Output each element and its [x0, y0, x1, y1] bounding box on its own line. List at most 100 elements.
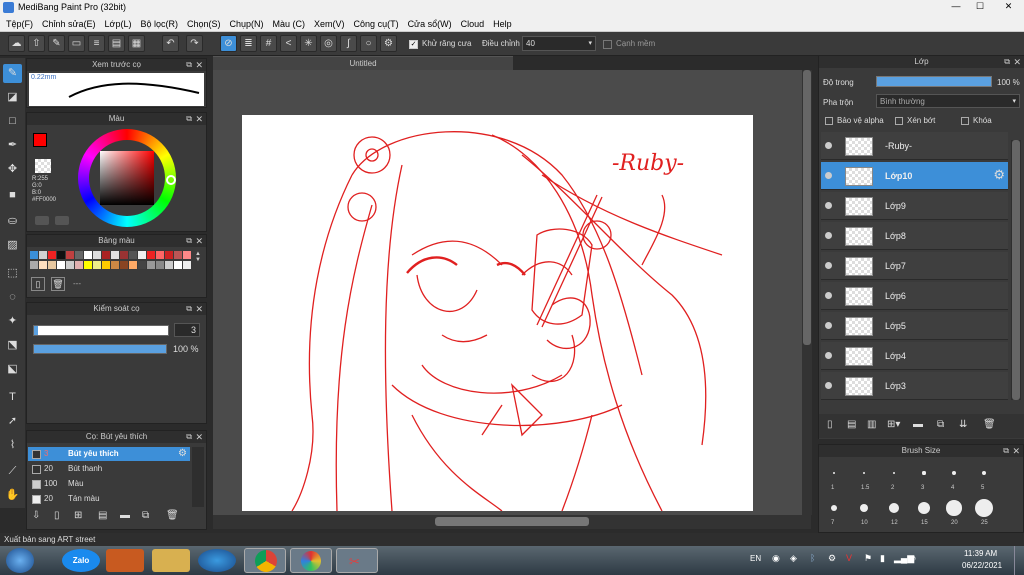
color-wheel[interactable] [78, 129, 176, 227]
eye-icon[interactable] [825, 352, 832, 359]
palette-swatch[interactable] [183, 251, 191, 259]
hand-tool-icon[interactable]: ✋ [3, 486, 22, 505]
battery-icon[interactable]: ▮ [880, 553, 885, 564]
new-palette-icon[interactable]: ▯ [31, 277, 45, 291]
minimize-button[interactable]: — [944, 0, 968, 13]
transparent-swatch[interactable] [35, 159, 51, 173]
layer-row[interactable]: Lớp9 [821, 192, 1008, 220]
page-icon[interactable]: ▭ [68, 35, 85, 52]
popout-icon[interactable]: ⧉ [1004, 56, 1010, 68]
brush-size-dot[interactable] [922, 471, 926, 475]
select-tool-icon[interactable]: ⬚ [3, 264, 22, 283]
clock-date[interactable]: 06/22/2021 [962, 561, 1002, 570]
popout-icon[interactable]: ⧉ [186, 59, 192, 71]
document-canvas[interactable]: -Ruby- [242, 115, 753, 511]
brush-size-dot[interactable] [981, 470, 987, 476]
palette-swatch[interactable] [48, 261, 56, 269]
document-tab[interactable]: Untitled [213, 56, 513, 70]
add-brush-icon[interactable]: ⊞ [74, 510, 82, 521]
color-mode-button[interactable] [35, 216, 49, 225]
snipping-tool-button[interactable]: ✂ [336, 548, 378, 573]
brush-size-value[interactable]: 3 [174, 323, 200, 337]
select-eraser-icon[interactable]: ⬕ [3, 360, 22, 379]
palette-swatch[interactable] [84, 251, 92, 259]
vanish-snap-icon[interactable]: < [280, 35, 297, 52]
start-button[interactable] [6, 548, 34, 573]
brush-settings-icon[interactable]: ▤ [98, 510, 107, 521]
eraser-tool-icon[interactable]: ◪ [3, 88, 22, 107]
menu-layer[interactable]: Lớp(L) [105, 19, 132, 29]
palette-swatch[interactable] [57, 251, 65, 259]
palette-swatch[interactable] [138, 261, 146, 269]
palette-swatch[interactable] [30, 251, 38, 259]
popout-icon[interactable]: ⧉ [186, 113, 192, 125]
parallel-snap-icon[interactable]: ≣ [240, 35, 257, 52]
palette-swatch[interactable] [138, 251, 146, 259]
palette-swatch[interactable] [75, 261, 83, 269]
soft-edge-checkbox[interactable] [603, 40, 612, 49]
undo-icon[interactable]: ↶ [162, 35, 179, 52]
magic-wand-icon[interactable]: ✦ [3, 312, 22, 331]
trash-icon[interactable]: 🗑 [51, 277, 65, 291]
tray-app-icon[interactable]: ◉ [772, 553, 780, 564]
upload-icon[interactable]: ⇧ [28, 35, 45, 52]
menu-select[interactable]: Chọn(S) [187, 19, 221, 29]
palette-swatch[interactable] [57, 261, 65, 269]
panel-icon[interactable]: ▤ [108, 35, 125, 52]
brush-size-dot[interactable] [830, 504, 838, 512]
trash-icon[interactable]: 🗑 [983, 419, 996, 430]
curve-snap-icon[interactable]: ∫ [340, 35, 357, 52]
popout-icon[interactable]: ⧉ [186, 235, 192, 247]
comment-icon[interactable]: ✎ [48, 35, 65, 52]
close-icon[interactable]: ✕ [195, 113, 203, 125]
language-indicator[interactable]: EN [750, 554, 761, 563]
add-layer-menu-icon[interactable]: ⊞▾ [887, 419, 900, 430]
file-explorer-icon[interactable] [152, 549, 190, 572]
zalo-icon[interactable]: Zalo [62, 549, 100, 572]
palette-swatch[interactable] [156, 251, 164, 259]
menu-tools[interactable]: Công cụ(T) [354, 19, 399, 29]
palette-swatch[interactable] [102, 261, 110, 269]
palette-swatch[interactable] [174, 251, 182, 259]
bluetooth-icon[interactable]: ᛒ [810, 553, 815, 563]
color-picker-icon[interactable]: ⟋ [3, 462, 22, 481]
palette-swatch[interactable] [66, 261, 74, 269]
radial-snap-icon[interactable]: ✳ [300, 35, 317, 52]
new-8bit-layer-icon[interactable]: ▥ [867, 419, 876, 430]
palette-swatch[interactable] [120, 251, 128, 259]
layer-list-scrollbar[interactable] [1011, 140, 1021, 400]
fill-rect-tool-icon[interactable]: ■ [3, 186, 22, 205]
close-icon[interactable]: ✕ [195, 303, 203, 315]
adjust-select[interactable]: 40 ▾ [522, 36, 596, 51]
antialias-checkbox[interactable]: ✓ [409, 40, 418, 49]
eye-icon[interactable] [825, 172, 832, 179]
gear-icon[interactable]: ⚙ [828, 553, 836, 564]
operation-tool-icon[interactable]: ➚ [3, 412, 22, 431]
palette-swatch[interactable] [147, 251, 155, 259]
gradient-tool-icon[interactable]: ▨ [3, 236, 22, 255]
palette-swatch[interactable] [93, 261, 101, 269]
close-icon[interactable]: ✕ [195, 431, 203, 443]
palette-swatch[interactable] [30, 261, 38, 269]
menu-filter[interactable]: Bộ lọc(R) [140, 19, 178, 29]
duplicate-icon[interactable]: ⧉ [937, 419, 944, 430]
document-icon[interactable]: ≡ [88, 35, 105, 52]
palette-swatch[interactable] [147, 261, 155, 269]
saturation-square[interactable] [100, 151, 154, 205]
eye-icon[interactable] [825, 202, 832, 209]
lasso-tool-icon[interactable]: ◌ [3, 288, 22, 307]
media-player-icon[interactable] [106, 549, 144, 572]
eye-icon[interactable] [825, 232, 832, 239]
brush-size-dot[interactable] [833, 472, 835, 474]
circle-snap-icon[interactable]: ◎ [320, 35, 337, 52]
hue-picker[interactable] [166, 175, 176, 185]
horizontal-scrollbar[interactable] [213, 515, 811, 529]
menu-edit[interactable]: Chỉnh sửa(E) [42, 19, 96, 29]
brush-item[interactable]: 3 Bút yêu thích ⚙ [28, 447, 190, 461]
palette-swatch[interactable] [129, 261, 137, 269]
brush-size-dot[interactable] [892, 471, 896, 475]
layer-opacity-slider[interactable] [876, 76, 992, 87]
palette-swatch[interactable] [183, 261, 191, 269]
bucket-tool-icon[interactable]: ⛀ [3, 212, 22, 231]
pen-tool-icon[interactable]: ✒ [3, 136, 22, 155]
